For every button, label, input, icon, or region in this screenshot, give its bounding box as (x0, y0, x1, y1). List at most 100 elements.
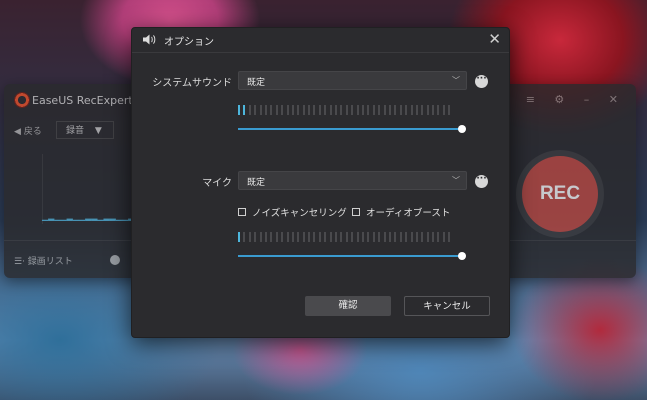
level-bar (410, 232, 413, 242)
level-bar (270, 232, 273, 242)
checkbox-box[interactable] (352, 208, 360, 216)
level-bar (335, 232, 338, 242)
close-icon[interactable]: ✕ (488, 31, 501, 47)
level-bar (421, 105, 424, 115)
level-bar (394, 232, 397, 242)
level-bar (432, 232, 435, 242)
level-bar (340, 232, 343, 242)
level-bar (291, 232, 294, 242)
level-bar (415, 105, 418, 115)
mic-more-button[interactable]: ··· (475, 175, 488, 188)
level-bar (302, 105, 305, 115)
level-bar (361, 232, 364, 242)
level-bar (405, 232, 408, 242)
level-bar (399, 105, 402, 115)
slider-knob[interactable] (458, 125, 466, 133)
level-bar (437, 232, 440, 242)
level-bar (313, 105, 316, 115)
level-bar (351, 105, 354, 115)
window-controls[interactable]: ♟ ≡ ⚙ – ✕ (496, 93, 626, 106)
audio-boost-checkbox[interactable]: オーディオブースト (352, 205, 450, 219)
level-bar (399, 232, 402, 242)
level-bar (394, 105, 397, 115)
mic-select[interactable]: 既定 ﹀ (238, 171, 467, 190)
level-bar (415, 232, 418, 242)
dialog-header: オプション ✕ (132, 28, 509, 53)
mic-volume-slider[interactable] (238, 252, 466, 260)
level-bar (367, 232, 370, 242)
level-bar (254, 105, 257, 115)
level-bar (297, 105, 300, 115)
level-bar (270, 105, 273, 115)
level-bar (329, 105, 332, 115)
level-bar (442, 232, 445, 242)
level-bar (297, 232, 300, 242)
noise-cancel-checkbox[interactable]: ノイズキャンセリング (238, 205, 347, 219)
level-bar (442, 105, 445, 115)
recording-list-button[interactable]: ☰· 録画リスト (14, 254, 73, 267)
cancel-button[interactable]: キャンセル (404, 296, 490, 316)
noise-cancel-label: ノイズキャンセリング (252, 208, 347, 219)
level-bar (340, 105, 343, 115)
level-bar (238, 232, 240, 242)
dialog-title: オプション (164, 37, 214, 48)
level-bar (388, 105, 391, 115)
chevron-down-icon: ▼ (94, 126, 102, 136)
level-bar (318, 105, 321, 115)
level-bar (264, 232, 267, 242)
system-sound-volume-slider[interactable] (238, 125, 466, 133)
level-bar (372, 232, 375, 242)
chevron-down-icon: ﹀ (452, 176, 460, 185)
app-logo-icon (14, 92, 30, 108)
level-bar (356, 105, 359, 115)
level-bar (286, 232, 289, 242)
level-bar (383, 105, 386, 115)
options-dialog: オプション ✕ システムサウンド 既定 ﹀ ··· マイク 既定 ﹀ ··· ノ… (131, 27, 510, 338)
recording-list-label: 録画リスト (27, 257, 73, 267)
slider-knob[interactable] (458, 252, 466, 260)
level-bar (383, 232, 386, 242)
level-bar (410, 105, 413, 115)
level-bar (243, 105, 246, 115)
level-bar (426, 232, 429, 242)
level-bar (264, 105, 267, 115)
clock-icon[interactable] (110, 255, 120, 265)
level-bar (378, 105, 381, 115)
level-bar (361, 105, 364, 115)
level-bar (281, 232, 284, 242)
back-button[interactable]: ◀ 戻る (14, 124, 42, 137)
rec-button[interactable]: REC (522, 156, 598, 232)
mic-label: マイク (202, 178, 232, 189)
level-bar (318, 232, 321, 242)
system-sound-select[interactable]: 既定 ﹀ (238, 71, 467, 90)
mode-dropdown[interactable]: 録音 ▼ (56, 121, 114, 139)
level-bar (275, 232, 278, 242)
level-bar (421, 232, 424, 242)
level-bar (238, 105, 240, 115)
level-bar (356, 232, 359, 242)
audio-boost-label: オーディオブースト (366, 208, 451, 219)
level-bar (388, 232, 391, 242)
level-bar (378, 232, 381, 242)
level-bar (432, 105, 435, 115)
level-bar (243, 232, 246, 242)
chevron-down-icon: ﹀ (452, 76, 460, 85)
level-bar (448, 232, 451, 242)
system-sound-label: システムサウンド (152, 78, 232, 89)
level-bar (281, 105, 284, 115)
system-sound-more-button[interactable]: ··· (475, 75, 488, 88)
mic-level-meter (238, 231, 464, 243)
app-title: EaseUS RecExperts (32, 94, 139, 107)
level-bar (248, 232, 251, 242)
level-bar (302, 232, 305, 242)
level-bar (329, 232, 332, 242)
mic-value: 既定 (247, 178, 266, 188)
mode-label: 録音 (66, 126, 85, 136)
level-bar (437, 105, 440, 115)
level-bar (448, 105, 451, 115)
level-bar (248, 105, 251, 115)
level-bar (313, 232, 316, 242)
checkbox-box[interactable] (238, 208, 246, 216)
ok-button[interactable]: 確認 (305, 296, 391, 316)
level-bar (351, 232, 354, 242)
